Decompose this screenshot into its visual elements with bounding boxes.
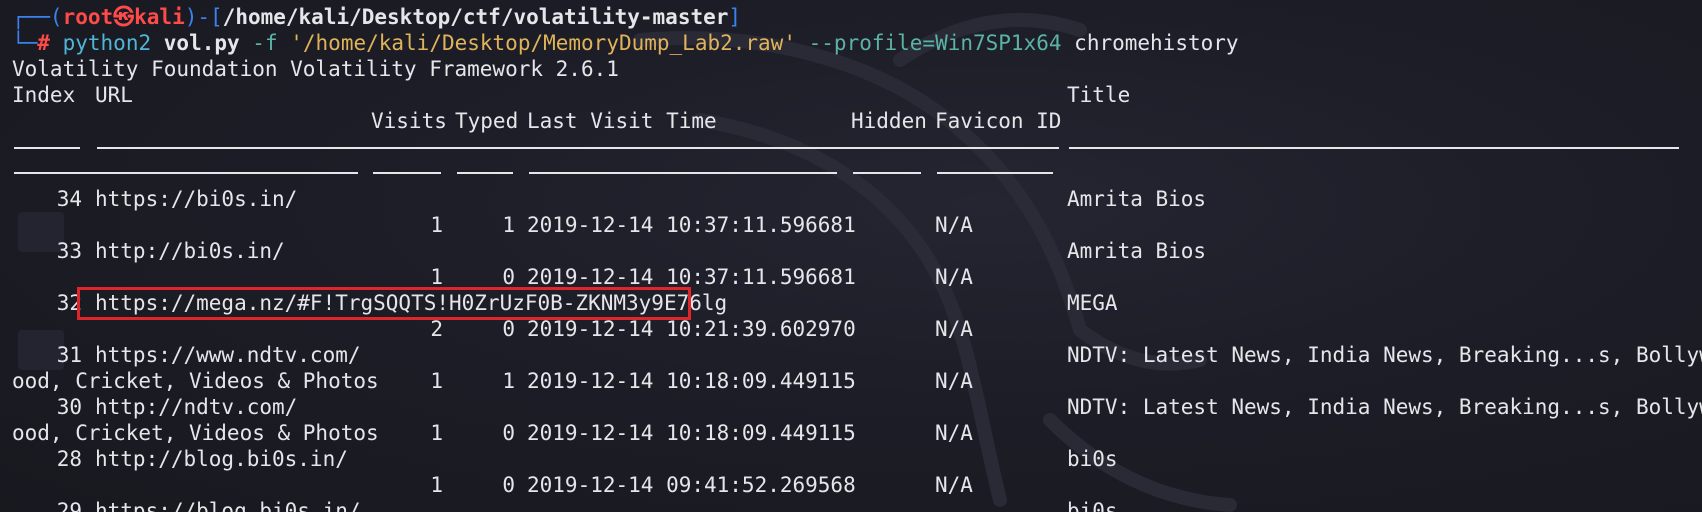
- row-title: MEGA: [1067, 291, 1118, 315]
- row-typed: 0: [502, 421, 515, 445]
- row-typed: 0: [502, 317, 515, 341]
- row-title-continuation: ood, Cricket, Videos & Photos: [12, 369, 379, 393]
- row-title: bi0s: [1067, 499, 1118, 512]
- row-url[interactable]: http://ndtv.com/: [95, 394, 297, 420]
- row-visits: 1: [430, 421, 443, 445]
- row-url[interactable]: http://bi0s.in/: [95, 238, 285, 264]
- prompt-corner-top: ┌──(: [12, 5, 63, 29]
- row-visits: 1: [430, 213, 443, 237]
- row-url[interactable]: https://bi0s.in/: [95, 186, 297, 212]
- row-favicon: N/A: [935, 317, 973, 341]
- row-index: 28: [56, 447, 82, 471]
- row-favicon: N/A: [935, 369, 973, 393]
- row-visits: 1: [430, 473, 443, 497]
- row-index: 34: [56, 187, 82, 211]
- cmd-python: python2: [62, 31, 152, 55]
- row-visits: 1: [430, 369, 443, 393]
- row-time: 2019-12-14 10:18:09.449115: [527, 421, 856, 445]
- row-index: 33: [56, 239, 82, 263]
- cmd-script: vol.py: [163, 31, 240, 55]
- row-time: 2019-12-14 10:18:09.449115: [527, 369, 856, 393]
- separator: [1069, 147, 1679, 149]
- row-title: bi0s: [1067, 447, 1118, 471]
- banner-text: Volatility Foundation Volatility Framewo…: [12, 57, 619, 81]
- prompt-user: root㉿kali: [62, 5, 185, 29]
- separator: [97, 147, 1059, 149]
- row-title: NDTV: Latest News, India News, Breaking.…: [1067, 343, 1702, 367]
- prompt-cwd: /home/kali/Desktop/ctf/volatility-master: [222, 5, 729, 29]
- separator: [14, 172, 358, 174]
- cmd-flag-f: -f: [252, 31, 278, 55]
- row-index: 29: [56, 499, 82, 512]
- row-index: 32: [56, 291, 82, 315]
- row-typed: 1: [502, 369, 515, 393]
- header-index: Index: [12, 83, 76, 107]
- separator: [529, 172, 837, 174]
- separator: [937, 172, 1053, 174]
- row-title-continuation: ood, Cricket, Videos & Photos: [12, 421, 379, 445]
- row-index: 31: [56, 343, 82, 367]
- header-hidden: Hidden: [851, 109, 927, 133]
- cmd-plugin: chromehistory: [1074, 31, 1239, 55]
- header-last-visit: Last Visit Time: [527, 109, 717, 133]
- prompt-line: ┌──(root㉿kali)-[/home/kali/Desktop/ctf/v…: [12, 4, 741, 30]
- row-title: NDTV: Latest News, India News, Breaking.…: [1067, 395, 1702, 419]
- row-url[interactable]: https://www.ndtv.com/: [95, 342, 361, 368]
- prompt-corner-bottom: └─: [12, 31, 38, 55]
- prompt-end: ]: [728, 5, 742, 29]
- header-visits: Visits: [371, 109, 447, 133]
- row-time: 2019-12-14 09:41:52.269568: [527, 473, 856, 497]
- terminal-window[interactable]: ┌──(root㉿kali)-[/home/kali/Desktop/ctf/v…: [0, 0, 1702, 512]
- row-favicon: N/A: [935, 473, 973, 497]
- row-favicon: N/A: [935, 213, 973, 237]
- header-title: Title: [1067, 83, 1131, 107]
- prompt-separator: )-[: [184, 5, 223, 29]
- command-line[interactable]: └─# python2 vol.py -f '/home/kali/Deskto…: [12, 30, 1239, 56]
- row-title: Amrita Bios: [1067, 187, 1207, 211]
- row-favicon: N/A: [935, 265, 973, 289]
- row-url[interactable]: https://blog.bi0s.in/: [95, 498, 361, 512]
- header-favicon: Favicon ID: [935, 109, 1062, 133]
- separator: [457, 172, 513, 174]
- row-title: Amrita Bios: [1067, 239, 1207, 263]
- separator: [373, 172, 441, 174]
- row-visits: 2: [430, 317, 443, 341]
- header-url: URL: [95, 83, 133, 107]
- row-url[interactable]: http://blog.bi0s.in/: [95, 446, 348, 472]
- header-typed: Typed: [455, 109, 519, 133]
- row-favicon: N/A: [935, 421, 973, 445]
- row-typed: 0: [502, 473, 515, 497]
- row-time: 2019-12-14 10:21:39.602970: [527, 317, 856, 341]
- row-index: 30: [56, 395, 82, 419]
- prompt-hash: #: [37, 31, 50, 55]
- row-time: 2019-12-14 10:37:11.596681: [527, 213, 856, 237]
- row-typed: 1: [502, 213, 515, 237]
- separator: [14, 147, 80, 149]
- separator: [853, 172, 921, 174]
- cmd-profile: --profile=Win7SP1x64: [808, 31, 1062, 55]
- cmd-file: '/home/kali/Desktop/MemoryDump_Lab2.raw': [290, 31, 796, 55]
